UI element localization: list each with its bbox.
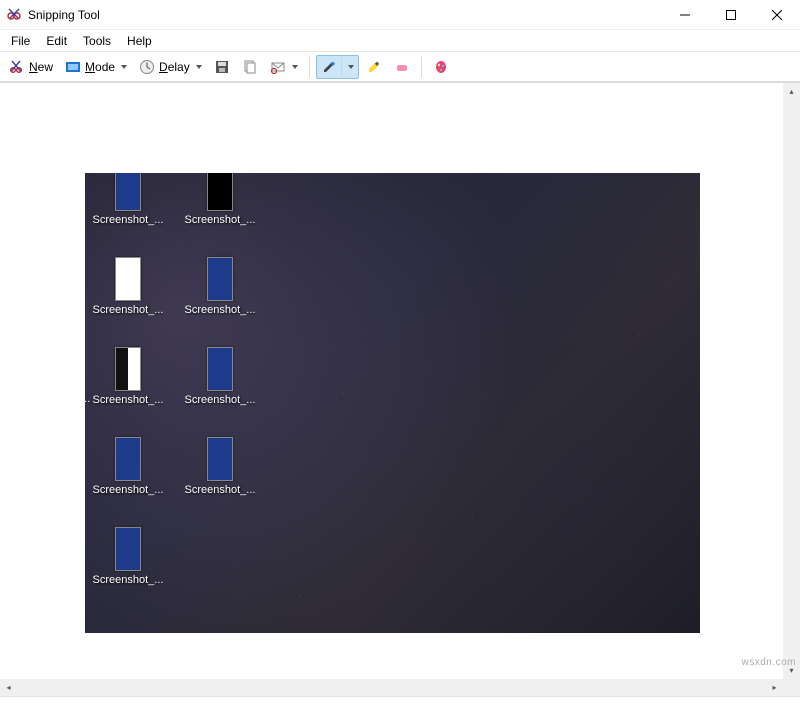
desktop-file-item[interactable]: gScreenshot_... (91, 173, 165, 243)
delay-button[interactable]: Delay (134, 55, 207, 79)
menu-file[interactable]: File (4, 32, 37, 50)
file-name-label: Screenshot_... (93, 304, 164, 316)
delay-label: Delay (159, 60, 190, 74)
minimize-button[interactable] (662, 0, 708, 30)
desktop-file-item[interactable]: Screenshot_... (183, 173, 257, 243)
eraser-icon (394, 59, 410, 75)
maximize-button[interactable] (708, 0, 754, 30)
title-bar: Snipping Tool (0, 0, 800, 30)
watermark-text: wsxdn.com (741, 657, 796, 668)
new-button[interactable]: New (4, 55, 58, 79)
eraser-button[interactable] (389, 55, 415, 79)
desktop-file-item[interactable]: gScreenshot_... (91, 255, 165, 333)
file-thumbnail (207, 347, 233, 391)
file-thumbnail (115, 347, 141, 391)
partial-label-fragment: n... (85, 393, 90, 405)
file-thumbnail (207, 173, 233, 211)
paint3d-button[interactable] (428, 55, 454, 79)
file-name-label: Screenshot_... (93, 394, 164, 406)
file-name-label: Screenshot_... (185, 394, 256, 406)
copy-icon (242, 59, 258, 75)
mode-label: Mode (85, 60, 115, 74)
snip-canvas[interactable]: gScreenshot_...Screenshot_...gScreenshot… (0, 83, 783, 679)
horizontal-scrollbar[interactable]: ◂ ▸ (0, 679, 783, 696)
snipping-tool-icon (6, 7, 22, 23)
mode-button[interactable]: Mode (60, 55, 132, 79)
close-button[interactable] (754, 0, 800, 30)
highlighter-button[interactable] (361, 55, 387, 79)
new-label: New (29, 60, 53, 74)
file-thumbnail (207, 257, 233, 301)
save-button[interactable] (209, 55, 235, 79)
file-name-label: Screenshot_... (185, 214, 256, 226)
floppy-disk-icon (214, 59, 230, 75)
status-bar (0, 696, 800, 721)
delay-dropdown-icon (196, 65, 202, 69)
send-dropdown-icon (292, 65, 298, 69)
file-thumbnail (207, 437, 233, 481)
desktop-file-item[interactable]: Screenshot_... (183, 345, 257, 423)
scissors-icon (9, 59, 25, 75)
paint3d-icon (433, 59, 449, 75)
rectangle-mode-icon (65, 59, 81, 75)
send-button[interactable] (265, 55, 303, 79)
toolbar-separator-2 (421, 56, 422, 78)
file-name-label: Screenshot_... (93, 574, 164, 586)
file-name-label: Screenshot_... (185, 304, 256, 316)
desktop-file-item[interactable]: Screenshot_... (183, 255, 257, 333)
scroll-right-icon[interactable]: ▸ (766, 679, 783, 696)
copy-button[interactable] (237, 55, 263, 79)
file-name-label: Screenshot_... (93, 214, 164, 226)
clock-icon (139, 59, 155, 75)
desktop-file-item[interactable]: n...Screenshot_... (91, 345, 165, 423)
pen-button[interactable] (316, 55, 359, 79)
file-thumbnail (115, 437, 141, 481)
scroll-left-icon[interactable]: ◂ (0, 679, 17, 696)
menu-help[interactable]: Help (120, 32, 159, 50)
highlighter-icon (366, 59, 382, 75)
canvas-area: gScreenshot_...Screenshot_...gScreenshot… (0, 82, 800, 696)
menu-tools[interactable]: Tools (76, 32, 118, 50)
file-thumbnail (115, 257, 141, 301)
desktop-file-item[interactable]: ...Screenshot_... (91, 435, 165, 513)
mode-dropdown-icon (121, 65, 127, 69)
file-thumbnail (115, 173, 141, 211)
vertical-scrollbar[interactable]: ▴ ▾ (783, 83, 800, 679)
menu-edit[interactable]: Edit (39, 32, 74, 50)
captured-screenshot: gScreenshot_...Screenshot_...gScreenshot… (85, 173, 700, 633)
envelope-icon (270, 59, 286, 75)
pen-dropdown-icon (348, 65, 354, 69)
window-title: Snipping Tool (28, 8, 100, 22)
scroll-up-icon[interactable]: ▴ (783, 83, 800, 100)
pen-icon (321, 59, 337, 75)
file-thumbnail (115, 527, 141, 571)
desktop-file-item[interactable]: ...Screenshot_... (91, 525, 165, 603)
menu-bar: File Edit Tools Help (0, 30, 800, 52)
toolbar: New Mode Delay (0, 52, 800, 82)
file-name-label: Screenshot_... (93, 484, 164, 496)
desktop-file-item[interactable]: Screenshot_... (183, 435, 257, 513)
toolbar-separator (309, 56, 310, 78)
scrollbar-corner (783, 679, 800, 696)
file-name-label: Screenshot_... (185, 484, 256, 496)
